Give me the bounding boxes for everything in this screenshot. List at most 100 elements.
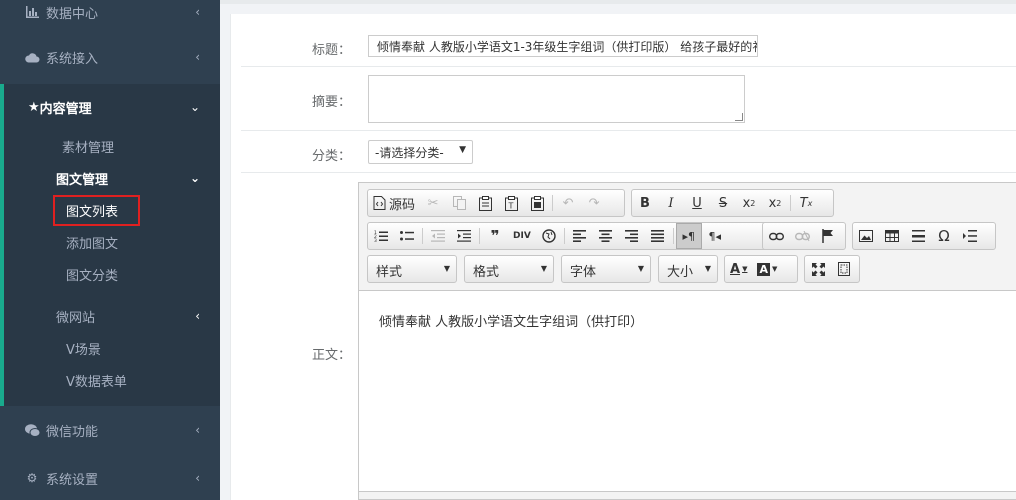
subscript-icon[interactable]: x2	[736, 190, 762, 216]
remove-format-icon[interactable]: Tx	[793, 190, 819, 216]
sidebar-item-data-center[interactable]: 数据中心 ‹	[0, 0, 220, 24]
language-icon[interactable]	[536, 223, 562, 249]
separator	[563, 228, 565, 244]
horizontal-rule-icon[interactable]	[905, 223, 931, 249]
sidebar-subitem-article-list[interactable]: 图文列表	[4, 194, 220, 226]
size-combo[interactable]: 大小 ▼	[658, 255, 718, 283]
unlink-icon[interactable]	[789, 223, 815, 249]
resize-handle-icon[interactable]	[735, 113, 743, 121]
editor-content-area[interactable]: 倾情奉献 人教版小学语文生字组词（供打印）	[359, 291, 1016, 350]
blockquote-icon[interactable]: ❞	[482, 223, 508, 249]
underline-icon[interactable]: U	[684, 190, 710, 216]
sidebar-subitem-label: 素材管理	[62, 140, 115, 156]
background-color-icon[interactable]: A ▼	[752, 256, 782, 282]
sidebar-subitem-articles[interactable]: 图文管理 ⌄	[4, 162, 220, 194]
cut-icon[interactable]: ✂	[420, 190, 446, 216]
div-container-icon[interactable]: DIV	[508, 223, 536, 249]
cloud-icon	[24, 50, 40, 64]
align-left-icon[interactable]	[567, 223, 593, 249]
format-combo[interactable]: 格式 ▼	[464, 255, 554, 283]
toolbar-group-link	[762, 222, 846, 250]
paste-word-icon[interactable]	[524, 190, 550, 216]
chevron-left-icon: ‹	[195, 5, 200, 19]
sidebar-item-label: 数据中心	[46, 6, 99, 22]
sidebar-subitem-material[interactable]: 素材管理	[4, 130, 220, 162]
sidebar-subitem-label: V数据表单	[66, 374, 127, 390]
image-icon[interactable]	[853, 223, 879, 249]
align-center-icon[interactable]	[593, 223, 619, 249]
sidebar-subitem-vscene[interactable]: V场景	[4, 332, 220, 364]
copy-icon[interactable]	[446, 190, 472, 216]
toolbar-group-colors: A ▼ A ▼	[724, 255, 798, 283]
sidebar-item-content-management[interactable]: ★ 内容管理 ⌄	[4, 84, 220, 130]
top-bar	[220, 0, 1016, 4]
justify-icon[interactable]	[645, 223, 671, 249]
text-direction-rtl-icon[interactable]: ¶◂	[702, 223, 728, 249]
sidebar-subitem-article-category[interactable]: 图文分类	[4, 258, 220, 290]
maximize-icon[interactable]	[805, 256, 831, 282]
paste-icon[interactable]	[472, 190, 498, 216]
superscript-icon[interactable]: x2	[762, 190, 788, 216]
toolbar-group-clipboard: 源码 ✂ T ↶ ↷	[367, 189, 625, 217]
undo-icon[interactable]: ↶	[555, 190, 581, 216]
page-break-icon[interactable]	[957, 223, 983, 249]
show-blocks-icon[interactable]	[831, 256, 857, 282]
strikethrough-icon[interactable]: S	[710, 190, 736, 216]
italic-icon[interactable]: I	[658, 190, 684, 216]
chevron-left-icon: ‹	[195, 471, 200, 485]
editor-toolbar: 源码 ✂ T ↶ ↷ B I U S x 2 x 2 T x 1 2 3 ❞ D…	[359, 183, 1016, 291]
source-label: 源码	[389, 197, 416, 213]
category-label: 分类：	[311, 149, 351, 164]
sidebar-subitem-add-article[interactable]: 添加图文	[4, 226, 220, 258]
sidebar-subitem-label: 添加图文	[66, 236, 119, 252]
caret-down-icon: ▼	[637, 264, 644, 273]
special-char-icon[interactable]: Ω	[931, 223, 957, 249]
chevron-down-icon: ⌄	[189, 171, 200, 185]
style-combo-label: 样式	[376, 265, 403, 280]
sidebar: 数据中心 ‹ 系统接入 ‹ ★ 内容管理 ⌄ 素材管理 图文管理 ⌄ 图文列表 …	[0, 0, 220, 500]
rich-text-editor: 源码 ✂ T ↶ ↷ B I U S x 2 x 2 T x 1 2 3 ❞ D…	[358, 182, 1016, 500]
numbered-list-icon[interactable]: 123	[368, 223, 394, 249]
sidebar-subitem-label: 微网站	[56, 310, 96, 326]
toolbar-group-basicstyles: B I U S x2 x2 Tx	[631, 189, 834, 217]
chevron-left-icon: ‹	[195, 50, 200, 64]
source-button[interactable]: 源码	[368, 190, 420, 216]
paste-text-icon[interactable]: T	[498, 190, 524, 216]
text-color-icon[interactable]: A ▼	[725, 256, 752, 282]
style-combo[interactable]: 样式 ▼	[367, 255, 457, 283]
align-right-icon[interactable]	[619, 223, 645, 249]
sidebar-section-content-management: ★ 内容管理 ⌄ 素材管理 图文管理 ⌄ 图文列表 添加图文 图文分类 微网站 …	[0, 84, 220, 406]
anchor-flag-icon[interactable]	[815, 223, 841, 249]
text-direction-ltr-icon[interactable]: ▸¶	[675, 223, 702, 249]
separator	[790, 195, 791, 211]
separator	[479, 228, 480, 244]
sidebar-item-system-access[interactable]: 系统接入 ‹	[0, 33, 220, 81]
redo-icon[interactable]: ↷	[581, 190, 607, 216]
bulleted-list-icon[interactable]	[394, 223, 420, 249]
article-form-panel: 标题： 倾情奉献 人教版小学语文1-3年级生字组词（供打印版） 给孩子最好的礼 …	[230, 14, 1016, 500]
bold-icon[interactable]: B	[632, 190, 658, 216]
sidebar-subitem-microsite[interactable]: 微网站 ‹	[4, 300, 220, 332]
link-icon[interactable]	[763, 223, 789, 249]
separator	[422, 228, 423, 244]
toolbar-group-insert: Ω	[852, 222, 996, 250]
font-combo[interactable]: 字体 ▼	[561, 255, 651, 283]
category-row: 分类： -请选择分类- ▼	[241, 131, 1016, 173]
caret-down-icon: ▼	[443, 264, 450, 273]
sidebar-item-wechat[interactable]: 微信功能 ‹	[0, 406, 220, 454]
table-icon[interactable]	[879, 223, 905, 249]
toolbar-group-tools	[804, 255, 860, 283]
indent-icon[interactable]	[451, 223, 477, 249]
outdent-icon[interactable]	[425, 223, 451, 249]
sidebar-subitem-vform[interactable]: V数据表单	[4, 364, 220, 396]
sidebar-item-settings[interactable]: ⚙ 系统设置 ‹	[0, 454, 220, 500]
summary-textarea[interactable]	[368, 75, 745, 123]
chevron-left-icon: ‹	[195, 309, 200, 323]
sidebar-subitem-label: 图文管理	[56, 172, 109, 188]
sidebar-subitem-label: V场景	[66, 342, 101, 358]
source-icon	[373, 196, 386, 210]
bar-chart-icon	[24, 5, 40, 19]
title-input[interactable]: 倾情奉献 人教版小学语文1-3年级生字组词（供打印版） 给孩子最好的礼	[368, 35, 758, 57]
category-select[interactable]: -请选择分类- ▼	[368, 140, 473, 164]
